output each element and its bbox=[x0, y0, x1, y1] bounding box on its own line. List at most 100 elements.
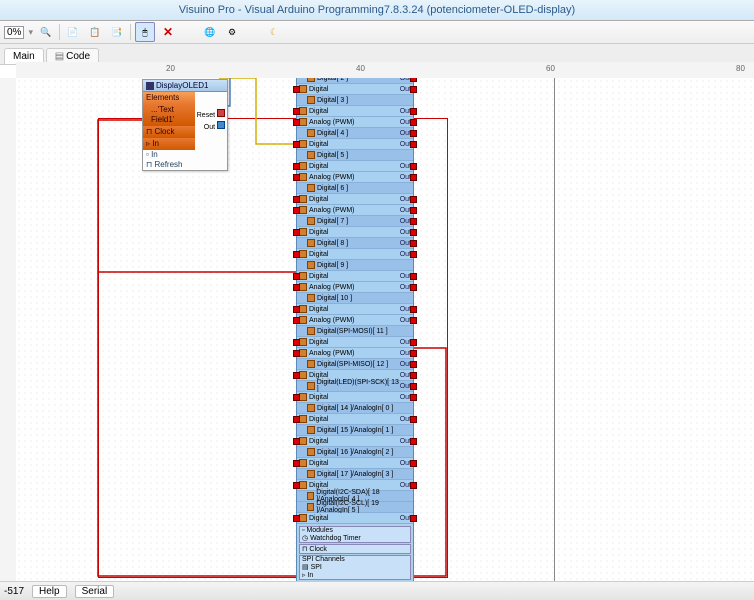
refresh-pin[interactable]: ⊓ Refresh bbox=[146, 160, 182, 170]
globe-icon[interactable]: 🌐 bbox=[201, 23, 219, 41]
out-pin[interactable]: Out bbox=[197, 121, 225, 133]
in-connector[interactable] bbox=[293, 196, 300, 203]
pin-row[interactable]: DigitalOut bbox=[297, 458, 413, 469]
out-connector[interactable] bbox=[410, 361, 417, 368]
in-connector[interactable] bbox=[293, 350, 300, 357]
pin-header-row[interactable]: Digital(I2C-SCL)[ 19 ]/AnalogIn[ 5 ] bbox=[297, 502, 413, 513]
out-connector[interactable] bbox=[410, 196, 417, 203]
in-pin[interactable]: ▫ In bbox=[146, 150, 158, 160]
pin-header-row[interactable]: Digital[ 4 ]Out bbox=[297, 128, 413, 139]
out-connector[interactable] bbox=[410, 317, 417, 324]
delete-icon[interactable]: ✕ bbox=[159, 23, 177, 41]
in-connector[interactable] bbox=[293, 284, 300, 291]
pin-row[interactable]: DigitalOut bbox=[297, 161, 413, 172]
pin-row[interactable]: DigitalOut bbox=[297, 436, 413, 447]
out-connector[interactable] bbox=[410, 119, 417, 126]
pin-row[interactable]: DigitalOut bbox=[297, 513, 413, 524]
design-canvas[interactable]: 2 DisplayOLED1 Elements ...'Text Field1'… bbox=[16, 78, 754, 582]
out-connector[interactable] bbox=[410, 240, 417, 247]
watchdog-row[interactable]: ◷ Watchdog Timer bbox=[302, 534, 408, 542]
in-connector[interactable] bbox=[293, 438, 300, 445]
node-display-oled[interactable]: DisplayOLED1 Elements ...'Text Field1' ⊓… bbox=[142, 79, 228, 171]
in-connector[interactable] bbox=[293, 372, 300, 379]
pin-row[interactable]: DigitalOut bbox=[297, 304, 413, 315]
out-connector[interactable] bbox=[410, 350, 417, 357]
pin-row[interactable]: Analog (PWM)Out bbox=[297, 282, 413, 293]
pin-header-row[interactable]: Digital[ 5 ] bbox=[297, 150, 413, 161]
in-connector[interactable] bbox=[293, 416, 300, 423]
pin-header-row[interactable]: Digital[ 15 ]/AnalogIn[ 1 ] bbox=[297, 425, 413, 436]
in-connector[interactable] bbox=[293, 273, 300, 280]
text-field-item[interactable]: ...'Text Field1' bbox=[143, 104, 195, 126]
pin-row[interactable]: DigitalOut bbox=[297, 106, 413, 117]
pin-row[interactable]: Analog (PWM)Out bbox=[297, 205, 413, 216]
pin-header-row[interactable]: Digital[ 3 ] bbox=[297, 95, 413, 106]
in-connector[interactable] bbox=[293, 207, 300, 214]
in-connector[interactable] bbox=[293, 229, 300, 236]
out-connector[interactable] bbox=[410, 339, 417, 346]
in-connector[interactable] bbox=[293, 108, 300, 115]
out-connector[interactable] bbox=[410, 229, 417, 236]
out-connector[interactable] bbox=[410, 306, 417, 313]
pin-row[interactable]: DigitalOut bbox=[297, 249, 413, 260]
in-connector[interactable] bbox=[293, 482, 300, 489]
out-connector[interactable] bbox=[410, 460, 417, 467]
pin-row[interactable]: Analog (PWM)Out bbox=[297, 172, 413, 183]
spi-row[interactable]: ▤ SPI bbox=[302, 563, 408, 571]
spi-channels-row[interactable]: SPI Channels bbox=[302, 556, 408, 563]
tool-btn-1[interactable]: 📄 bbox=[64, 23, 82, 41]
out-connector[interactable] bbox=[410, 86, 417, 93]
zoom-out-icon[interactable]: 🔍 bbox=[37, 23, 55, 41]
modules-row[interactable]: ▫ Modules bbox=[302, 527, 408, 534]
node-arduino[interactable]: Digital[ 2 ]OutDigitalOutDigital[ 3 ]Dig… bbox=[296, 78, 414, 582]
out-connector[interactable] bbox=[410, 284, 417, 291]
pin-header-row[interactable]: Digital[ 7 ]Out bbox=[297, 216, 413, 227]
clock-pin[interactable]: ⊓ Clock bbox=[143, 126, 195, 138]
clock-row[interactable]: ⊓ Clock bbox=[299, 544, 411, 554]
in-connector[interactable] bbox=[293, 394, 300, 401]
pin-header-row[interactable]: Digital[ 10 ] bbox=[297, 293, 413, 304]
pin-header-row[interactable]: Digital[ 16 ]/AnalogIn[ 2 ] bbox=[297, 447, 413, 458]
tool-btn-2[interactable]: 📋 bbox=[86, 23, 104, 41]
out-connector[interactable] bbox=[410, 251, 417, 258]
node-header[interactable]: DisplayOLED1 bbox=[143, 80, 227, 92]
pin-row[interactable]: Analog (PWM)Out bbox=[297, 348, 413, 359]
pin-header-row[interactable]: Digital[ 14 ]/AnalogIn[ 0 ] bbox=[297, 403, 413, 414]
pin-row[interactable]: DigitalOut bbox=[297, 414, 413, 425]
pin-row[interactable]: DigitalOut bbox=[297, 271, 413, 282]
pin-row[interactable]: Analog (PWM)Out bbox=[297, 117, 413, 128]
out-connector[interactable] bbox=[410, 174, 417, 181]
in-connector[interactable] bbox=[293, 306, 300, 313]
tab-help[interactable]: Help bbox=[32, 585, 67, 598]
in-connector[interactable] bbox=[293, 163, 300, 170]
pin-header-row[interactable]: Digital[ 8 ]Out bbox=[297, 238, 413, 249]
out-connector[interactable] bbox=[410, 141, 417, 148]
out-connector[interactable] bbox=[410, 383, 417, 390]
in-pin-orange[interactable]: ▹ In bbox=[143, 138, 195, 150]
pin-row[interactable]: DigitalOut bbox=[297, 337, 413, 348]
zoom-select[interactable]: 0% bbox=[4, 26, 24, 39]
out-connector[interactable] bbox=[410, 108, 417, 115]
in-connector[interactable] bbox=[293, 119, 300, 126]
pin-header-row[interactable]: Digital(SPI-MOSI)[ 11 ] bbox=[297, 326, 413, 337]
out-connector[interactable] bbox=[410, 130, 417, 137]
in-connector[interactable] bbox=[293, 339, 300, 346]
pin-header-row[interactable]: Digital[ 6 ] bbox=[297, 183, 413, 194]
out-connector[interactable] bbox=[410, 515, 417, 522]
pin-header-row[interactable]: Digital(LED)(SPI-SCK)[ 13 ]Out bbox=[297, 381, 413, 392]
pin-header-row[interactable]: Digital(SPI-MISO)[ 12 ]Out bbox=[297, 359, 413, 370]
pin-row[interactable]: DigitalOut bbox=[297, 392, 413, 403]
pin-row[interactable]: DigitalOut bbox=[297, 139, 413, 150]
select-tool-icon[interactable]: 🖱 bbox=[135, 22, 155, 42]
tab-serial[interactable]: Serial bbox=[75, 585, 115, 598]
out-connector[interactable] bbox=[410, 163, 417, 170]
out-connector[interactable] bbox=[410, 394, 417, 401]
pin-header-row[interactable]: Digital[ 17 ]/AnalogIn[ 3 ] bbox=[297, 469, 413, 480]
in-connector[interactable] bbox=[293, 460, 300, 467]
out-connector[interactable] bbox=[410, 372, 417, 379]
pin-row[interactable]: DigitalOut bbox=[297, 194, 413, 205]
elements-header[interactable]: Elements bbox=[143, 92, 195, 104]
pin-header-row[interactable]: Digital[ 9 ] bbox=[297, 260, 413, 271]
in-connector[interactable] bbox=[293, 86, 300, 93]
pin-row[interactable]: Analog (PWM)Out bbox=[297, 315, 413, 326]
